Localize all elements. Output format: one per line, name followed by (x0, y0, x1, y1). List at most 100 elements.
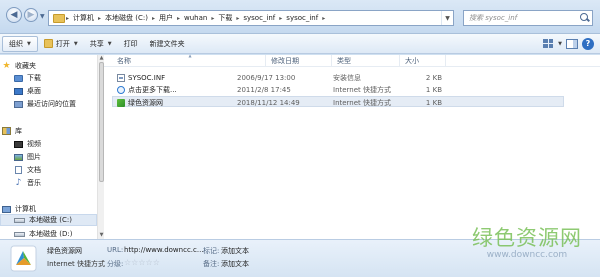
computer-icon (2, 205, 11, 213)
details-comments-value[interactable]: 添加文本 (221, 259, 249, 269)
preview-pane-icon[interactable] (566, 38, 578, 49)
sidebar-item-pictures[interactable]: 图片 (0, 151, 97, 163)
file-name-cell: 点击更多下载... (117, 84, 177, 95)
organize-label: 组织 (9, 39, 23, 48)
sidebar-libraries-header[interactable]: 库 (0, 125, 97, 137)
details-file-type: Internet 快捷方式 (47, 260, 106, 268)
breadcrumb-user[interactable]: wuhan (181, 11, 210, 25)
search-icon[interactable] (578, 12, 590, 24)
file-name: 绿色资源网 (128, 98, 163, 107)
chevron-down-icon: ▼ (73, 40, 78, 47)
new-folder-label: 新建文件夹 (149, 39, 185, 48)
file-type: 安装信息 (333, 73, 361, 82)
column-header-type[interactable]: 类型 (332, 55, 400, 67)
open-label: 打开 (55, 39, 70, 48)
hard-drive-icon (14, 217, 25, 223)
details-url-label: URL: (107, 246, 124, 254)
file-size: 2 KB (425, 73, 442, 82)
search-box[interactable]: 搜索 sysoc_inf (463, 10, 593, 26)
file-modified: 2011/2/8 17:45 (237, 85, 291, 94)
breadcrumb-users[interactable]: 用户 (156, 11, 176, 25)
details-pane: 绿色资源网 Internet 快捷方式 URL: http://www.down… (0, 239, 600, 277)
file-type: Internet 快捷方式 (333, 98, 392, 107)
downloads-folder-icon (14, 74, 23, 82)
sidebar-label: 下载 (27, 74, 41, 82)
arrow-left-icon: ◀ (10, 10, 18, 20)
view-options-dropdown[interactable]: ▼ (558, 41, 562, 47)
chevron-down-icon: ▼ (27, 40, 31, 47)
sidebar-item-drive-c[interactable]: 本地磁盘 (C:) (0, 214, 97, 226)
sidebar-item-drive-d[interactable]: 本地磁盘 (D:) (0, 228, 97, 239)
title-bar: ◀ ▶ ▼ ▸ 计算机 ▸ 本地磁盘 (C:) ▸ 用户 ▸ wuhan ▸ 下… (0, 0, 600, 34)
organize-button[interactable]: 组织 ▼ (2, 35, 38, 52)
breadcrumb-sysoc-inf-current[interactable]: sysoc_inf (283, 11, 321, 25)
music-icon: ♪ (15, 177, 22, 188)
view-controls: ▼ ? (542, 37, 594, 50)
details-rating-label: 分级: (107, 260, 124, 268)
address-bar[interactable]: ▸ 计算机 ▸ 本地磁盘 (C:) ▸ 用户 ▸ wuhan ▸ 下载 ▸ sy… (48, 10, 454, 26)
sidebar-label: 库 (15, 127, 22, 135)
address-history-dropdown[interactable]: ▼ (441, 11, 453, 25)
command-bar: 组织 ▼ 打开 ▼ 共享 ▼ 打印 新建文件夹 ▼ ? (0, 34, 600, 54)
details-tags-label: 标记: (203, 247, 220, 255)
sidebar-label: 视频 (27, 140, 41, 148)
column-header-label: 名称 (117, 57, 131, 65)
file-name-cell: 绿色资源网 (117, 97, 163, 108)
column-header-size[interactable]: 大小 (400, 55, 446, 67)
file-modified: 2006/9/17 13:00 (237, 73, 296, 82)
breadcrumb-drive-c[interactable]: 本地磁盘 (C:) (102, 11, 151, 25)
breadcrumb-sysoc-inf-parent[interactable]: sysoc_inf (240, 11, 278, 25)
sidebar-scrollbar[interactable]: ▲ ▼ (97, 55, 104, 239)
setup-information-icon (117, 73, 125, 82)
chevron-right-icon[interactable]: ▸ (321, 15, 326, 22)
search-placeholder[interactable]: 搜索 sysoc_inf (469, 13, 578, 23)
file-name-cell: SYSOC.INF (117, 72, 165, 83)
print-button[interactable]: 打印 (118, 36, 144, 52)
share-button[interactable]: 共享 ▼ (84, 36, 118, 52)
help-icon[interactable]: ? (582, 37, 594, 50)
column-header-modified[interactable]: 修改日期 (266, 55, 332, 67)
forward-button[interactable]: ▶ (24, 8, 38, 22)
column-headers: 名称 修改日期 类型 大小 (104, 53, 600, 67)
breadcrumb-computer[interactable]: 计算机 (70, 11, 97, 25)
rating-stars[interactable]: ☆☆☆☆☆ (124, 258, 160, 267)
sidebar-item-documents[interactable]: 文档 (0, 164, 97, 176)
sidebar-favorites-header[interactable]: ★ 收藏夹 (0, 60, 97, 72)
sidebar-label: 计算机 (15, 205, 36, 213)
column-header-name[interactable]: 名称 (112, 53, 266, 67)
sidebar-item-videos[interactable]: 视频 (0, 138, 97, 150)
file-size: 1 KB (425, 98, 442, 107)
details-comments-label: 备注: (203, 260, 220, 268)
navigation-pane: ★ 收藏夹 下载 桌面 最近访问的位置 库 视频 图片 文档 ♪ 音乐 计算机 … (0, 55, 97, 239)
new-folder-button[interactable]: 新建文件夹 (144, 36, 191, 52)
shortcut-logo-icon (10, 245, 37, 272)
recent-places-icon (14, 100, 23, 108)
file-modified: 2018/11/12 14:49 (237, 98, 300, 107)
star-icon: ★ (2, 60, 11, 71)
sidebar-label: 音乐 (27, 179, 41, 187)
back-button[interactable]: ◀ (6, 7, 22, 23)
sidebar-item-music[interactable]: ♪ 音乐 (0, 177, 97, 189)
picture-icon (14, 153, 23, 161)
sidebar-label: 收藏夹 (15, 62, 36, 70)
sidebar-label: 文档 (27, 166, 41, 174)
recent-pages-dropdown[interactable]: ▼ (40, 13, 45, 20)
green-shortcut-icon (117, 98, 125, 107)
open-button[interactable]: 打开 ▼ (38, 36, 84, 52)
details-url-value[interactable]: http://www.downcc.c... (124, 246, 204, 254)
file-list: 名称 修改日期 类型 大小 SYSOC.INF 2006/9/17 13:00 … (104, 53, 600, 239)
file-row[interactable]: 点击更多下载... 2011/2/8 17:45 Internet 快捷方式 1… (112, 84, 564, 95)
file-type: Internet 快捷方式 (333, 85, 392, 94)
details-tags-value[interactable]: 添加文本 (221, 246, 249, 256)
sidebar-item-recent-places[interactable]: 最近访问的位置 (0, 98, 97, 110)
breadcrumb-downloads[interactable]: 下载 (215, 11, 235, 25)
file-row-selected[interactable]: 绿色资源网 2018/11/12 14:49 Internet 快捷方式 1 K… (112, 96, 564, 107)
sidebar-item-desktop[interactable]: 桌面 (0, 85, 97, 97)
print-label: 打印 (123, 39, 138, 48)
change-view-icon[interactable] (542, 38, 554, 49)
sidebar-label: 本地磁盘 (C:) (29, 216, 72, 224)
file-row[interactable]: SYSOC.INF 2006/9/17 13:00 安装信息 2 KB (112, 72, 564, 83)
sidebar-label: 本地磁盘 (D:) (29, 230, 73, 238)
sidebar-item-downloads[interactable]: 下载 (0, 72, 97, 84)
column-header-label: 类型 (337, 57, 351, 65)
